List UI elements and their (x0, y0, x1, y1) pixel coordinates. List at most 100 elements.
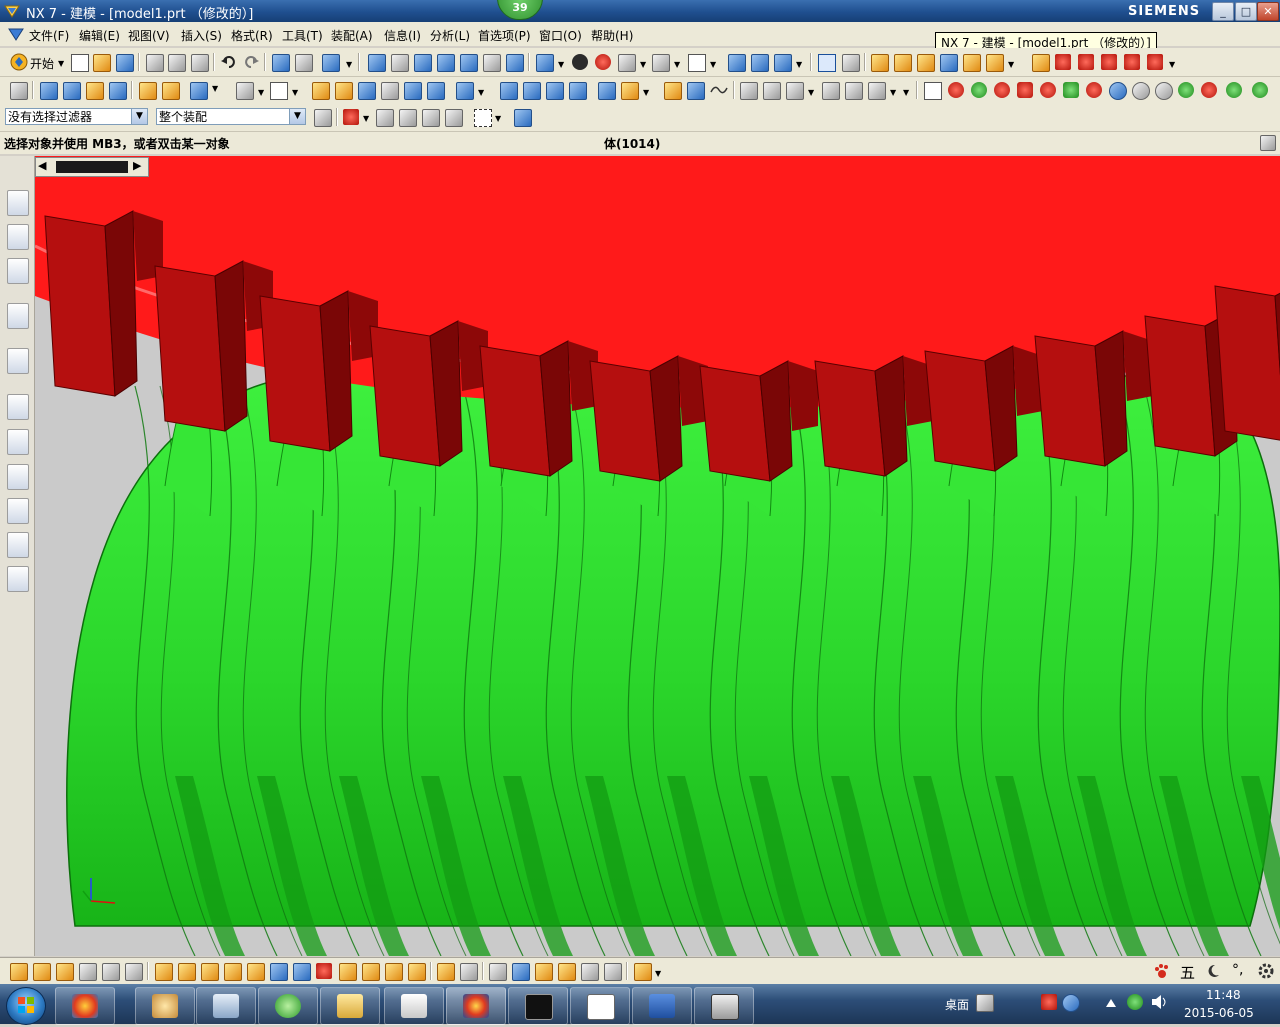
paste-icon[interactable] (191, 54, 209, 72)
constraint-navigator-icon[interactable] (7, 224, 29, 250)
maximize-button[interactable]: □ (1235, 2, 1257, 21)
draft-icon[interactable] (598, 82, 616, 100)
punct-icon[interactable]: °, (1232, 962, 1243, 978)
assembly-constraints-icon[interactable] (178, 963, 196, 981)
menu-edit[interactable]: 编辑(E) (79, 27, 120, 44)
taskbar-browser[interactable] (258, 987, 318, 1025)
assembly-navigator-icon[interactable] (7, 190, 29, 216)
info-icon[interactable] (940, 54, 958, 72)
select-body-icon[interactable] (399, 109, 417, 127)
reuse-library-icon[interactable] (7, 303, 29, 329)
red-cylinder-icon[interactable] (1017, 82, 1033, 98)
snap-icon[interactable] (842, 54, 860, 72)
desktop-toolbar[interactable]: 桌面 (945, 996, 969, 1013)
clock-date[interactable]: 2015-06-05 (1184, 1006, 1254, 1020)
static-wireframe-icon[interactable] (618, 54, 636, 72)
through-curves-icon[interactable] (687, 82, 705, 100)
remember-constraints-icon[interactable] (224, 963, 242, 981)
unite-icon[interactable] (190, 82, 208, 100)
menu-format[interactable]: 格式(R) (231, 27, 273, 44)
selection-toggle-icon[interactable] (818, 54, 836, 72)
background-icon[interactable] (652, 54, 670, 72)
split-body-icon[interactable] (569, 82, 587, 100)
deselect-icon[interactable] (376, 109, 394, 127)
layer-icon[interactable] (986, 54, 1004, 72)
trim-body-icon[interactable] (546, 82, 564, 100)
scroll-left-icon[interactable]: ◀ (38, 159, 46, 172)
gear-blue-icon[interactable] (1155, 82, 1173, 100)
offset-face-icon[interactable] (500, 82, 518, 100)
select-edge-icon[interactable] (445, 109, 463, 127)
link-icon[interactable] (558, 963, 576, 981)
fit-icon[interactable] (368, 54, 386, 72)
measure-angle-icon[interactable] (894, 54, 912, 72)
wave-linker-icon[interactable] (316, 963, 332, 979)
manufacturing-wizard-icon[interactable] (7, 498, 29, 524)
history-icon[interactable] (7, 394, 29, 420)
red-star-icon[interactable] (948, 82, 964, 98)
sphere-icon[interactable] (381, 82, 399, 100)
revolve-icon[interactable] (63, 82, 81, 100)
thread-icon[interactable] (404, 82, 422, 100)
intersect-curve-icon[interactable] (868, 82, 886, 100)
tray-app-icon[interactable] (976, 994, 994, 1012)
render-style-icon[interactable] (572, 54, 588, 70)
menu-insert[interactable]: 插入(S) (181, 27, 222, 44)
cylinder-icon[interactable] (335, 82, 353, 100)
attach-icon[interactable] (535, 963, 553, 981)
shell-icon[interactable] (427, 82, 445, 100)
reference-icon[interactable] (581, 963, 599, 981)
horizontal-scrollbar[interactable]: ◀ ▶ (35, 157, 149, 177)
pattern-icon[interactable] (456, 82, 474, 100)
curve-wave-icon[interactable] (710, 82, 728, 98)
project-curve-icon[interactable] (845, 82, 863, 100)
wcs-icon[interactable] (728, 54, 746, 72)
mirror-icon[interactable] (621, 82, 639, 100)
paw-icon[interactable] (1153, 962, 1171, 980)
scale-body-icon[interactable] (523, 82, 541, 100)
measure-body-icon[interactable] (917, 54, 935, 72)
ime-mode[interactable]: 五 (1180, 962, 1195, 983)
taskbar-nx[interactable] (446, 987, 506, 1025)
line-icon[interactable] (1055, 54, 1071, 70)
gear-worm-model[interactable] (35, 156, 1280, 956)
menu-window[interactable]: 窗口(O) (539, 27, 582, 44)
zoom-box-icon[interactable] (391, 54, 409, 72)
volume-icon[interactable] (1151, 994, 1169, 1010)
measure-distance-icon[interactable] (871, 54, 889, 72)
green-block-icon[interactable] (1063, 82, 1079, 98)
tray-plus-icon[interactable] (1127, 994, 1143, 1010)
select-solid-icon[interactable] (514, 109, 532, 127)
taskbar-paint[interactable] (135, 987, 195, 1025)
blank-icon[interactable] (924, 82, 942, 100)
component-array-icon[interactable] (79, 963, 97, 981)
datum-plane-icon[interactable] (270, 82, 288, 100)
curve-icon[interactable] (1032, 54, 1050, 72)
assembly-cut-icon[interactable] (460, 963, 478, 981)
scroll-right-icon[interactable]: ▶ (133, 159, 141, 172)
web-browser-icon[interactable] (7, 348, 29, 374)
surface-icon[interactable] (664, 82, 682, 100)
open-icon[interactable] (93, 54, 111, 72)
rectangle-select-icon[interactable] (474, 109, 492, 127)
type-filter-select[interactable]: 没有选择过滤器 ▼ (5, 108, 148, 125)
chevron-down-icon[interactable]: ▼ (131, 109, 147, 124)
gear-icon[interactable] (1257, 962, 1275, 980)
zoom-in-icon[interactable] (437, 54, 455, 72)
product-interface-icon[interactable] (437, 963, 455, 981)
green-spur-gear-icon[interactable] (1252, 82, 1268, 98)
new-component-icon[interactable] (56, 963, 74, 981)
roles-icon[interactable] (7, 532, 29, 558)
doc-menu-icon[interactable] (8, 26, 24, 42)
edit-object-icon[interactable] (272, 54, 290, 72)
cone-icon[interactable] (358, 82, 376, 100)
process-studio-icon[interactable] (7, 464, 29, 490)
sew-icon[interactable] (740, 82, 758, 100)
red-torus-icon[interactable] (1040, 82, 1056, 98)
mirror-assembly-icon[interactable] (102, 963, 120, 981)
red-gear-icon[interactable] (994, 82, 1010, 98)
part-navigator-icon[interactable] (7, 258, 29, 284)
filter-settings-icon[interactable] (314, 109, 332, 127)
start-button[interactable]: 开始 (30, 55, 54, 72)
save-as-icon[interactable] (512, 963, 530, 981)
